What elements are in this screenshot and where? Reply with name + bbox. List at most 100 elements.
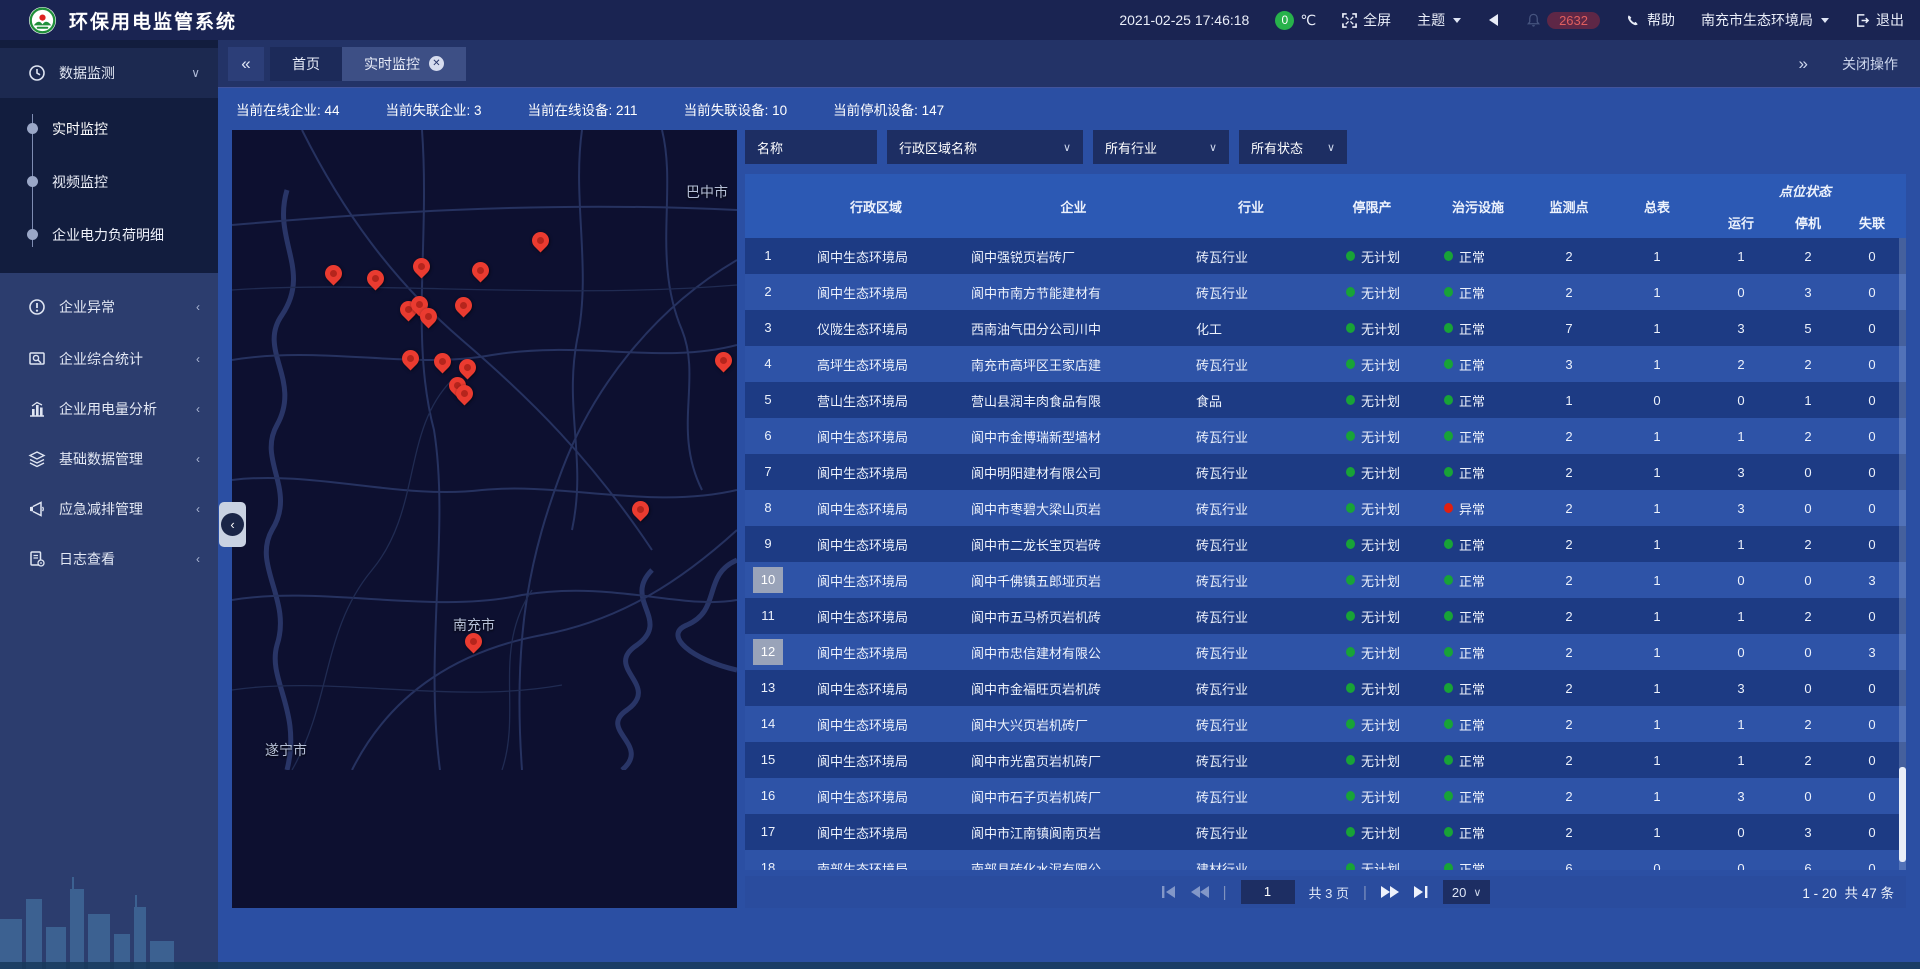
col-header-lost: 失联 xyxy=(1838,206,1906,238)
table-row[interactable]: 4高坪生态环境局南充市高坪区王家店建砖瓦行业无计划正常31220 xyxy=(745,346,1906,382)
map-city-label: 巴中市 xyxy=(686,182,728,202)
status-dot-green xyxy=(1346,611,1355,621)
chevron-left-icon: ‹ xyxy=(196,452,200,466)
stat-item-0: 当前在线企业: 44 xyxy=(236,99,340,119)
table-row[interactable]: 6阆中生态环境局阆中市金博瑞新型墙材砖瓦行业无计划正常21120 xyxy=(745,418,1906,454)
region-filter-select[interactable]: 行政区域名称∨ xyxy=(887,130,1083,164)
status-dot-green xyxy=(1346,575,1355,585)
tab-close-icon[interactable]: ✕ xyxy=(429,56,444,71)
tabs-scroll-left-button[interactable]: « xyxy=(228,47,264,81)
temperature-indicator: 0 ℃ xyxy=(1275,11,1316,30)
tab-realtime-monitor[interactable]: 实时监控 ✕ xyxy=(342,47,466,81)
page-title: 环保用电监管系统 xyxy=(69,7,237,34)
map-panel[interactable]: 巴中市南充市遂宁市 ‹ xyxy=(232,130,737,908)
tabs-scroll-right-button[interactable]: » xyxy=(1799,54,1808,74)
scrollbar-thumb[interactable] xyxy=(1899,767,1906,862)
status-dot-green xyxy=(1346,503,1355,513)
app-root: 环保用电监管系统 2021-02-25 17:46:18 0 ℃ 全屏 主题 xyxy=(0,0,1920,969)
last-page-button[interactable] xyxy=(1413,886,1429,898)
help-button[interactable]: 帮助 xyxy=(1626,10,1675,30)
sidebar-item-label: 数据监测 xyxy=(59,63,191,83)
sidebar-item-emergency-reduction[interactable]: 应急减排管理‹ xyxy=(0,484,218,534)
megaphone-icon xyxy=(28,500,46,518)
last-page-icon xyxy=(1413,886,1429,898)
notifications[interactable]: 2632 xyxy=(1526,12,1600,29)
table-row[interactable]: 15阆中生态环境局阆中市光富页岩机砖厂砖瓦行业无计划正常21120 xyxy=(745,742,1906,778)
sidebar-item-label: 企业用电量分析 xyxy=(59,399,196,419)
table-row[interactable]: 9阆中生态环境局阆中市二龙长宝页岩砖砖瓦行业无计划正常21120 xyxy=(745,526,1906,562)
table-scrollbar[interactable] xyxy=(1899,238,1906,870)
status-dot-green xyxy=(1346,863,1355,870)
sidebar-subitem-realtime-monitor[interactable]: 实时监控 xyxy=(0,102,218,155)
theme-dropdown[interactable]: 主题 xyxy=(1417,10,1461,30)
stat-item-1: 当前失联企业: 3 xyxy=(386,99,482,119)
status-dot-green xyxy=(1444,359,1453,369)
table-row[interactable]: 10阆中生态环境局阆中千佛镇五郎垭页岩砖瓦行业无计划正常21003 xyxy=(745,562,1906,598)
first-page-button[interactable] xyxy=(1161,886,1177,898)
map-collapse-handle[interactable]: ‹ xyxy=(219,502,246,547)
bell-icon xyxy=(1526,12,1541,28)
fullscreen-button[interactable]: 全屏 xyxy=(1342,10,1391,30)
pagination-range-info: 1 - 20 共 47 条 xyxy=(1802,882,1894,902)
tab-home[interactable]: 首页 xyxy=(270,47,342,81)
speaker-icon xyxy=(1487,13,1500,27)
table-row[interactable]: 2阆中生态环境局阆中市南方节能建材有砖瓦行业无计划正常21030 xyxy=(745,274,1906,310)
sound-toggle-button[interactable] xyxy=(1487,13,1500,27)
industry-filter-select[interactable]: 所有行业∨ xyxy=(1093,130,1229,164)
sidebar-subitem-power-load-detail[interactable]: 企业电力负荷明细 xyxy=(0,208,218,261)
sidebar-item-label: 企业综合统计 xyxy=(59,349,196,369)
log-icon xyxy=(28,550,46,568)
phone-icon xyxy=(1626,13,1641,28)
map-city-label: 遂宁市 xyxy=(265,740,307,760)
sidebar-subitem-video-monitor[interactable]: 视频监控 xyxy=(0,155,218,208)
table-row[interactable]: 1阆中生态环境局阆中强锐页岩砖厂砖瓦行业无计划正常21120 xyxy=(745,238,1906,274)
table-row[interactable]: 16阆中生态环境局阆中市石子页岩机砖厂砖瓦行业无计划正常21300 xyxy=(745,778,1906,814)
table-row[interactable]: 18南部生态环境局南部县砖化水泥有限公建材行业无计划正常60060 xyxy=(745,850,1906,870)
clock-icon xyxy=(28,64,46,82)
sidebar-item-data-monitor[interactable]: 数据监测∨ xyxy=(0,48,218,98)
logout-button[interactable]: 退出 xyxy=(1855,10,1904,30)
chevron-down-icon: ∨ xyxy=(1209,141,1217,154)
col-header-company: 企业 xyxy=(961,174,1186,238)
status-dot-green xyxy=(1444,719,1453,729)
table-row[interactable]: 8阆中生态环境局阆中市枣碧大梁山页岩砖瓦行业无计划异常21300 xyxy=(745,490,1906,526)
sidebar-item-label: 基础数据管理 xyxy=(59,449,196,469)
stat-item-4: 当前停机设备: 147 xyxy=(833,99,944,119)
sidebar-item-enterprise-statistics[interactable]: 企业综合统计‹ xyxy=(0,334,218,384)
table-row[interactable]: 11阆中生态环境局阆中市五马桥页岩机砖砖瓦行业无计划正常21120 xyxy=(745,598,1906,634)
sidebar-item-log-view[interactable]: 日志查看‹ xyxy=(0,534,218,584)
status-filter-select[interactable]: 所有状态∨ xyxy=(1239,130,1347,164)
chevron-left-icon: ‹ xyxy=(196,502,200,516)
status-dot-green xyxy=(1444,611,1453,621)
stat-item-3: 当前失联设备: 10 xyxy=(684,99,788,119)
status-dot-green xyxy=(1346,827,1355,837)
status-dot-green xyxy=(1346,395,1355,405)
name-filter-input[interactable]: 名称 xyxy=(745,130,877,164)
submenu-dot-icon xyxy=(27,176,38,187)
table-row[interactable]: 3仪陇生态环境局西南油气田分公司川中化工无计划正常71350 xyxy=(745,310,1906,346)
sidebar-subitem-label: 企业电力负荷明细 xyxy=(52,225,164,245)
sidebar-item-base-data-management[interactable]: 基础数据管理‹ xyxy=(0,434,218,484)
divider: | xyxy=(1363,884,1367,901)
page-size-select[interactable]: 20∨ xyxy=(1443,880,1491,904)
sidebar-item-power-usage-analysis[interactable]: 企业用电量分析‹ xyxy=(0,384,218,434)
table-row[interactable]: 13阆中生态环境局阆中市金福旺页岩机砖砖瓦行业无计划正常21300 xyxy=(745,670,1906,706)
status-dot-green xyxy=(1444,647,1453,657)
status-dot-green xyxy=(1444,539,1453,549)
table-row[interactable]: 17阆中生态环境局阆中市江南镇阆南页岩砖瓦行业无计划正常21030 xyxy=(745,814,1906,850)
table-row[interactable]: 14阆中生态环境局阆中大兴页岩机砖厂砖瓦行业无计划正常21120 xyxy=(745,706,1906,742)
prev-page-button[interactable] xyxy=(1191,886,1209,898)
status-dot-green xyxy=(1346,755,1355,765)
close-operations-button[interactable]: 关闭操作 xyxy=(1842,54,1898,74)
table-row[interactable]: 12阆中生态环境局阆中市忠信建材有限公砖瓦行业无计划正常21003 xyxy=(745,634,1906,670)
chevron-left-icon: ‹ xyxy=(196,300,200,314)
next-page-button[interactable] xyxy=(1381,886,1399,898)
status-dot-green xyxy=(1346,287,1355,297)
table-row[interactable]: 5营山生态环境局营山县润丰肉食品有限食品无计划正常10010 xyxy=(745,382,1906,418)
submenu-dot-icon xyxy=(27,123,38,134)
org-dropdown[interactable]: 南充市生态环境局 xyxy=(1701,10,1829,30)
sidebar-item-enterprise-abnormal[interactable]: 企业异常‹ xyxy=(0,279,218,334)
status-dot-green xyxy=(1346,323,1355,333)
table-row[interactable]: 7阆中生态环境局阆中明阳建材有限公司砖瓦行业无计划正常21300 xyxy=(745,454,1906,490)
page-number-input[interactable]: 1 xyxy=(1241,880,1295,904)
